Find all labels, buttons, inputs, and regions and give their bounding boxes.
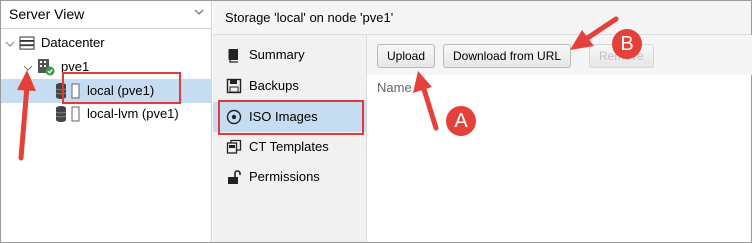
unlock-icon <box>228 170 241 184</box>
chevron-down-icon <box>194 9 204 15</box>
server-stack-icon <box>19 36 35 50</box>
annotation-badge-a: A <box>446 106 476 136</box>
nav-item-backups[interactable]: Backups <box>213 71 366 101</box>
resource-tree-panel: Server View Datacenter pve1 local (pve1) <box>1 1 212 242</box>
tree-item-datacenter[interactable]: Datacenter <box>1 31 212 55</box>
nav-item-permissions[interactable]: Permissions <box>213 162 366 192</box>
page-title: Storage 'local' on node 'pve1' <box>225 10 394 25</box>
database-icon <box>55 106 67 122</box>
storage-nav: Summary Backups ISO Images CT Templates … <box>213 35 366 242</box>
highlight-box-storage <box>62 72 181 104</box>
annotation-badge-b: B <box>612 29 642 59</box>
panel-title-bar: Storage 'local' on node 'pve1' <box>213 1 751 35</box>
status-box-icon <box>71 106 80 122</box>
tree-expand-icon[interactable] <box>23 63 33 73</box>
tree-expand-icon[interactable] <box>5 39 15 49</box>
column-header-name[interactable]: Name <box>377 80 412 95</box>
nav-label: Backups <box>249 78 299 93</box>
download-from-url-button[interactable]: Download from URL <box>443 44 572 68</box>
nav-label: Summary <box>249 47 305 62</box>
node-online-icon <box>38 59 55 76</box>
toolbar: Upload Download from URL Remove <box>367 35 752 75</box>
floppy-icon <box>226 78 242 94</box>
tree-label-datacenter: Datacenter <box>41 35 105 50</box>
highlight-box-iso-images <box>218 100 364 135</box>
view-selector[interactable]: Server View <box>1 1 212 29</box>
book-icon <box>228 49 238 63</box>
iso-images-panel: Upload Download from URL Remove Name <box>366 35 752 242</box>
nav-item-ct-templates[interactable]: CT Templates <box>213 132 366 162</box>
tree-label-storage: local-lvm (pve1) <box>87 106 179 121</box>
upload-button[interactable]: Upload <box>377 44 436 68</box>
view-selector-label: Server View <box>9 6 85 22</box>
grid-header: Name <box>367 75 752 99</box>
tree-item-storage-local-lvm[interactable]: local-lvm (pve1) <box>1 102 212 126</box>
nav-label: CT Templates <box>249 139 329 154</box>
nav-label: Permissions <box>249 169 320 184</box>
nav-item-summary[interactable]: Summary <box>213 40 366 70</box>
template-icon <box>226 139 242 154</box>
